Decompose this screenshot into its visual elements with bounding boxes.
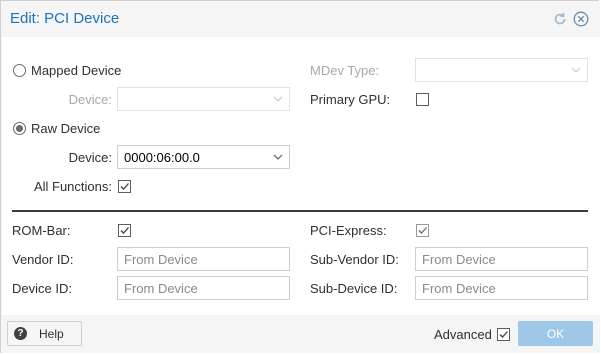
sub-vendor-id-text[interactable] [416,248,587,270]
chevron-down-icon [273,96,283,102]
advanced-checkbox[interactable] [497,328,510,341]
checkmark-icon [120,183,129,190]
advanced-label: Advanced [434,327,492,342]
help-button[interactable]: ? Help [7,321,82,346]
mapped-device-select[interactable] [117,87,290,111]
sub-vendor-id-label: Sub-Vendor ID: [310,252,399,267]
mapped-device-radio[interactable] [13,64,26,77]
dialog-body: Mapped Device Device: Raw Device Device:… [2,37,599,315]
refresh-icon[interactable] [552,11,568,27]
all-functions-checkbox[interactable] [118,180,131,193]
chevron-down-icon [273,154,283,160]
primary-gpu-label: Primary GPU: [310,92,391,107]
help-button-label: Help [39,327,64,341]
question-mark-icon: ? [14,327,27,340]
pci-express-checkbox[interactable] [416,224,429,237]
raw-device-radio[interactable] [13,122,26,135]
chevron-down-icon [571,67,581,73]
ok-button-label: OK [546,327,565,341]
vendor-id-label: Vendor ID: [12,252,74,267]
title-bar[interactable]: Edit: PCI Device [1,1,600,37]
pci-express-label: PCI-Express: [310,223,387,238]
device-id-label: Device ID: [12,281,72,296]
sub-vendor-id-input[interactable] [415,247,588,271]
raw-device-field-label: Device: [68,150,112,165]
vendor-id-text[interactable] [118,248,289,270]
edit-pci-device-dialog: Edit: PCI Device Mapped Device Device: R… [0,0,600,353]
sub-device-id-label: Sub-Device ID: [310,281,398,296]
primary-gpu-checkbox[interactable] [416,93,429,106]
close-icon[interactable] [573,11,589,27]
all-functions-label: All Functions: [33,179,112,194]
raw-device-label: Raw Device [31,121,101,136]
device-id-text[interactable] [118,277,289,299]
raw-device-select[interactable]: 0000:06:00.0 [117,145,290,169]
mdev-type-select[interactable] [415,58,588,82]
device-id-input[interactable] [117,276,290,300]
dialog-footer: ? Help Advanced OK [1,315,600,353]
sub-device-id-text[interactable] [416,277,587,299]
advanced-separator [12,210,588,212]
vendor-id-input[interactable] [117,247,290,271]
rombar-label: ROM-Bar: [12,223,71,238]
sub-device-id-input[interactable] [415,276,588,300]
mapped-device-field-label: Device: [68,92,112,107]
checkmark-icon [418,227,427,234]
mdev-type-label: MDev Type: [310,63,380,78]
dialog-title: Edit: PCI Device [10,10,120,27]
checkmark-icon [499,331,508,338]
ok-button[interactable]: OK [518,321,593,346]
rombar-checkbox[interactable] [118,224,131,237]
mapped-device-label: Mapped Device [31,63,122,78]
checkmark-icon [120,227,129,234]
raw-device-value: 0000:06:00.0 [124,150,200,165]
